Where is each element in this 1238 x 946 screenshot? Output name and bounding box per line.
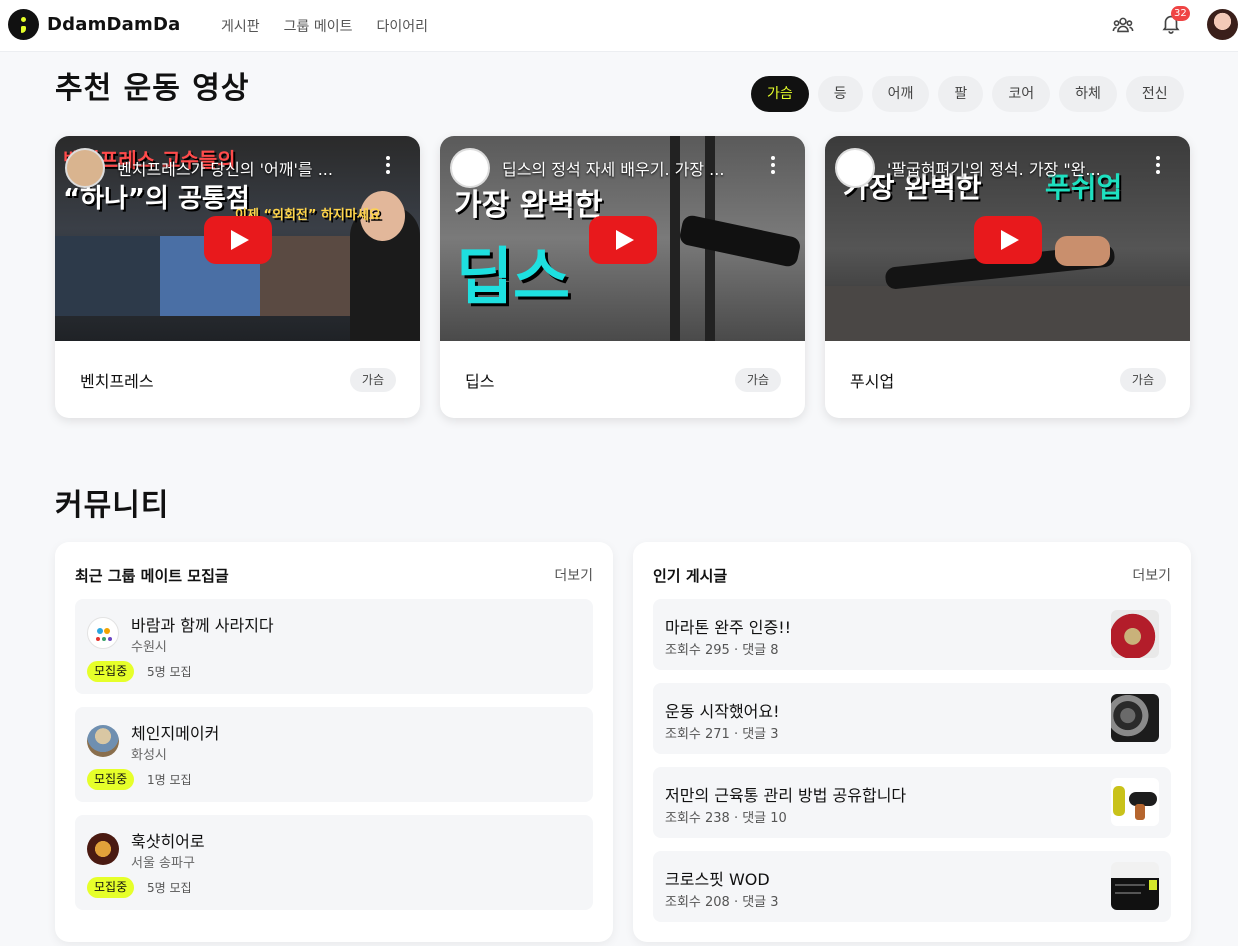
exercise-name: 딥스 [465, 372, 495, 391]
group-avatar [87, 725, 119, 757]
post-thumbnail [1111, 694, 1159, 742]
channel-avatar[interactable] [450, 148, 490, 188]
category-filter: 가슴 등 어깨 팔 코어 하체 전신 [751, 76, 1184, 112]
filter-chip-lower-body[interactable]: 하체 [1059, 76, 1117, 112]
top-header: DdamDamDa 게시판 그룹 메이트 다이어리 32 [0, 0, 1238, 52]
post-meta: 조회수 208 · 댓글 3 [665, 895, 779, 910]
play-button-icon[interactable] [974, 216, 1042, 264]
more-options-icon[interactable] [1156, 156, 1160, 177]
filter-chip-core[interactable]: 코어 [992, 76, 1051, 112]
post-title: 저만의 근육통 관리 방법 공유합니다 [665, 786, 907, 805]
group-mate-panel: 최근 그룹 메이트 모집글 더보기 바람과 함께 사라지다 수원시 모집중 5명… [55, 542, 613, 942]
recruit-count: 1명 모집 [147, 773, 192, 787]
group-name: 바람과 함께 사라지다 [131, 616, 274, 635]
recruiting-badge: 모집중 [87, 877, 135, 898]
post-meta: 조회수 238 · 댓글 10 [665, 811, 787, 826]
popular-posts-panel: 인기 게시글 더보기 마라톤 완주 인증!! 조회수 295 · 댓글 8 운동… [633, 542, 1191, 942]
post-thumbnail [1111, 610, 1159, 658]
post-title: 운동 시작했어요! [665, 702, 780, 721]
video-thumbnail[interactable]: 가장 완벽한 딥스 딥스의 정석 자세 배우기. 가장 ... [440, 136, 805, 341]
logo-icon [8, 9, 39, 40]
group-icon[interactable] [1112, 14, 1134, 36]
notification-badge: 32 [1171, 6, 1190, 21]
group-name: 체인지메이커 [131, 724, 220, 743]
video-thumbnail[interactable]: 벤치프레스 고수들의 “하나”의 공통점 이제 “외회전” 하지마세요 벤치프레… [55, 136, 420, 341]
post-thumbnail [1111, 778, 1159, 826]
video-title[interactable]: '팔굽혀펴기'의 정석. 가장 "완... [887, 156, 1157, 180]
nav-group-mate[interactable]: 그룹 메이트 [284, 16, 353, 36]
group-avatar [87, 833, 119, 865]
category-tag: 가슴 [1119, 368, 1166, 392]
more-link[interactable]: 더보기 [1132, 565, 1171, 585]
more-link[interactable]: 더보기 [554, 565, 593, 585]
post-meta: 조회수 271 · 댓글 3 [665, 727, 779, 742]
group-location: 화성시 [131, 748, 167, 763]
play-button-icon[interactable] [589, 216, 657, 264]
post-title: 크로스핏 WOD [665, 870, 770, 889]
channel-avatar[interactable] [835, 148, 875, 188]
more-options-icon[interactable] [386, 156, 390, 177]
thumbnail-caption: 딥스 [456, 240, 571, 313]
post-list-item[interactable]: 저만의 근육통 관리 방법 공유합니다 조회수 238 · 댓글 10 [653, 767, 1171, 838]
nav-diary[interactable]: 다이어리 [377, 16, 429, 36]
group-list-item[interactable]: 체인지메이커 화성시 모집중 1명 모집 [75, 707, 593, 802]
recruiting-badge: 모집중 [87, 661, 135, 682]
group-avatar [87, 617, 119, 649]
channel-avatar[interactable] [65, 148, 105, 188]
play-button-icon[interactable] [204, 216, 272, 264]
video-thumbnail[interactable]: 가장 완벽한 푸쉬업 '팔굽혀펴기'의 정석. 가장 "완... [825, 136, 1190, 341]
main-nav: 게시판 그룹 메이트 다이어리 [221, 16, 428, 36]
video-card[interactable]: 벤치프레스 고수들의 “하나”의 공통점 이제 “외회전” 하지마세요 벤치프레… [55, 136, 420, 418]
post-title: 마라톤 완주 인증!! [665, 618, 792, 637]
exercise-name: 벤치프레스 [80, 372, 154, 391]
category-tag: 가슴 [734, 368, 781, 392]
brand-name: DdamDamDa [47, 14, 181, 35]
exercise-name: 푸시업 [850, 372, 895, 391]
nav-board[interactable]: 게시판 [221, 16, 260, 36]
category-tag: 가슴 [349, 368, 396, 392]
videos-section-title: 추천 운동 영상 [55, 71, 250, 106]
post-list-item[interactable]: 마라톤 완주 인증!! 조회수 295 · 댓글 8 [653, 599, 1171, 670]
panel-title: 최근 그룹 메이트 모집글 [75, 567, 229, 585]
filter-chip-chest[interactable]: 가슴 [751, 76, 809, 112]
more-options-icon[interactable] [771, 156, 775, 177]
group-list-item[interactable]: 바람과 함께 사라지다 수원시 모집중 5명 모집 [75, 599, 593, 694]
group-list-item[interactable]: 훅샷히어로 서울 송파구 모집중 5명 모집 [75, 815, 593, 910]
filter-chip-full-body[interactable]: 전신 [1125, 76, 1184, 112]
filter-chip-shoulder[interactable]: 어깨 [871, 76, 930, 112]
recruit-count: 5명 모집 [147, 881, 192, 895]
group-location: 수원시 [131, 640, 167, 655]
filter-chip-back[interactable]: 등 [817, 76, 863, 112]
filter-chip-arm[interactable]: 팔 [938, 76, 984, 112]
post-meta: 조회수 295 · 댓글 8 [665, 643, 779, 658]
video-title[interactable]: 벤치프레스가 당신의 '어깨'를 ... [117, 156, 387, 180]
video-card[interactable]: 가장 완벽한 푸쉬업 '팔굽혀펴기'의 정석. 가장 "완... 푸시업 가슴 [825, 136, 1190, 418]
video-card[interactable]: 가장 완벽한 딥스 딥스의 정석 자세 배우기. 가장 ... 딥스 가슴 [440, 136, 805, 418]
brand-logo[interactable]: DdamDamDa [8, 9, 180, 40]
community-section-title: 커뮤니티 [55, 488, 170, 523]
recruiting-badge: 모집중 [87, 769, 135, 790]
group-name: 훅샷히어로 [131, 832, 205, 851]
post-list-item[interactable]: 크로스핏 WOD 조회수 208 · 댓글 3 [653, 851, 1171, 922]
user-avatar[interactable] [1207, 9, 1238, 40]
recruit-count: 5명 모집 [147, 665, 192, 679]
video-title[interactable]: 딥스의 정석 자세 배우기. 가장 ... [502, 156, 772, 180]
post-thumbnail [1111, 862, 1159, 910]
post-list-item[interactable]: 운동 시작했어요! 조회수 271 · 댓글 3 [653, 683, 1171, 754]
panel-title: 인기 게시글 [653, 567, 728, 585]
group-location: 서울 송파구 [131, 856, 195, 871]
